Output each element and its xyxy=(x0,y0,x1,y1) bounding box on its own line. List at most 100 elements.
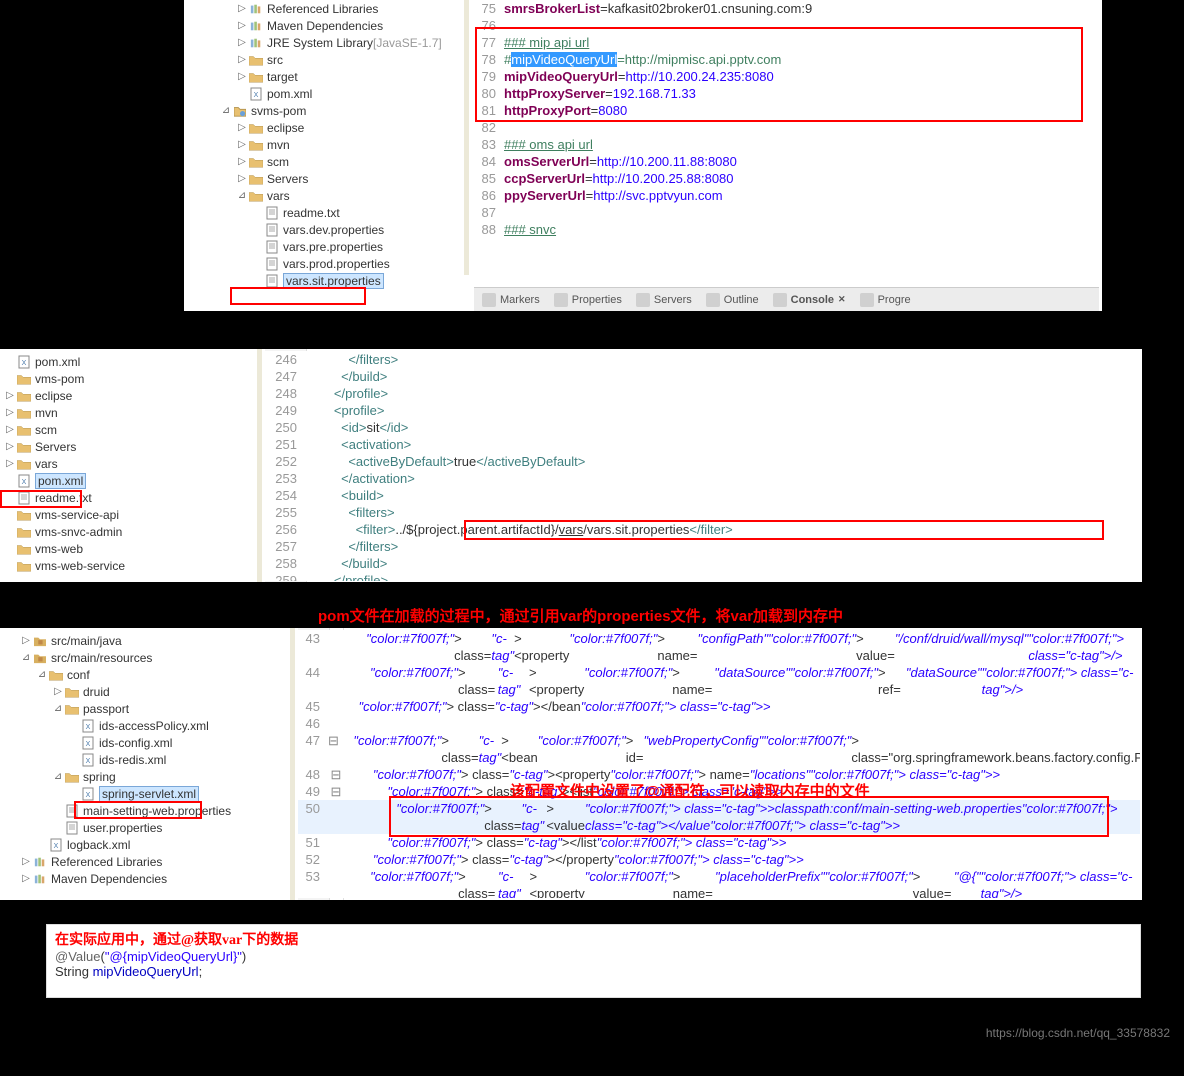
code-line[interactable]: 79mipVideoQueryUrl=http://10.200.24.235:… xyxy=(474,68,1099,85)
tree-item[interactable]: vars.dev.properties xyxy=(184,221,464,238)
tree-item[interactable]: ▷Maven Dependencies xyxy=(184,17,464,34)
tree-item[interactable]: main-setting-web.properties xyxy=(0,802,290,819)
expander-icon[interactable]: ▷ xyxy=(52,686,64,697)
code-line[interactable]: 50 "color:#7f007f;"> class="c-tag"><valu… xyxy=(298,800,1140,834)
code-line[interactable]: 249 <profile> xyxy=(265,402,1140,419)
editor-2[interactable]: 246 </filters>247 </build>248 </profile>… xyxy=(265,351,1140,581)
code-line[interactable]: 80httpProxyServer=192.168.71.33 xyxy=(474,85,1099,102)
code-line[interactable]: 51 "color:#7f007f;"> class="c-tag"></lis… xyxy=(298,834,1140,851)
code-line[interactable]: 43 "color:#7f007f;"> class="c-tag"><prop… xyxy=(298,630,1140,664)
tree-item[interactable]: ⊿vars xyxy=(184,187,464,204)
tree-item[interactable]: Xids-config.xml xyxy=(0,734,290,751)
code-line[interactable]: 76 xyxy=(474,17,1099,34)
tree-item[interactable]: ▷Servers xyxy=(0,438,260,455)
code-line[interactable]: 47⊟ "color:#7f007f;"> class="c-tag"><bea… xyxy=(298,732,1140,766)
tree-item[interactable]: Xspring-servlet.xml xyxy=(0,785,290,802)
tab-markers[interactable]: Markers xyxy=(482,293,540,307)
code-line[interactable]: 255 <filters> xyxy=(265,504,1140,521)
tree-item[interactable]: ⊿svms-pom xyxy=(184,102,464,119)
tree-item[interactable]: Xpom.xml xyxy=(184,85,464,102)
tree-item[interactable]: ⊿src/main/resources xyxy=(0,649,290,666)
expander-icon[interactable]: ▷ xyxy=(236,139,248,150)
tree-item[interactable]: ▷src/main/java xyxy=(0,632,290,649)
code-line[interactable]: 251 <activation> xyxy=(265,436,1140,453)
code-line[interactable]: 258 </build> xyxy=(265,555,1140,572)
expander-icon[interactable]: ▷ xyxy=(236,173,248,184)
expander-icon[interactable]: ▷ xyxy=(236,122,248,133)
code-line[interactable]: 248 </profile> xyxy=(265,385,1140,402)
tree-item[interactable]: Xids-redis.xml xyxy=(0,751,290,768)
expander-icon[interactable]: ⊿ xyxy=(236,190,248,201)
expander-icon[interactable]: ▷ xyxy=(4,458,16,469)
expander-icon[interactable]: ▷ xyxy=(20,856,32,867)
expander-icon[interactable]: ⊿ xyxy=(220,105,232,116)
tree-item[interactable]: ⊿conf xyxy=(0,666,290,683)
project-explorer-1[interactable]: ▷Referenced Libraries▷Maven Dependencies… xyxy=(184,0,464,311)
code-line[interactable]: 252 <activeByDefault>true</activeByDefau… xyxy=(265,453,1140,470)
tree-item[interactable]: readme.txt xyxy=(0,489,260,506)
expander-icon[interactable]: ▷ xyxy=(4,441,16,452)
expander-icon[interactable]: ⊿ xyxy=(20,652,32,663)
tree-item[interactable]: ▷src xyxy=(184,51,464,68)
code-line[interactable]: 250 <id>sit</id> xyxy=(265,419,1140,436)
splitter-1[interactable] xyxy=(464,0,469,275)
code-line[interactable]: 78#mipVideoQueryUrl=http://mipmisc.api.p… xyxy=(474,51,1099,68)
tab-progre[interactable]: Progre xyxy=(860,293,911,307)
editor-1[interactable]: 75smrsBrokerList=kafkasit02broker01.cnsu… xyxy=(474,0,1099,250)
tree-item[interactable]: ▷scm xyxy=(0,421,260,438)
project-explorer-2[interactable]: Xpom.xmlvms-pom▷eclipse▷mvn▷scm▷Servers▷… xyxy=(0,349,260,582)
expander-icon[interactable]: ▷ xyxy=(20,635,32,646)
splitter-2[interactable] xyxy=(257,349,262,582)
tab-servers[interactable]: Servers xyxy=(636,293,692,307)
tree-item[interactable]: ▷target xyxy=(184,68,464,85)
code-line[interactable]: 254 <build> xyxy=(265,487,1140,504)
tree-item[interactable]: vars.sit.properties xyxy=(184,272,464,289)
tree-item[interactable]: Xids-accessPolicy.xml xyxy=(0,717,290,734)
expander-icon[interactable]: ⊿ xyxy=(52,703,64,714)
code-line[interactable]: 257 </filters> xyxy=(265,538,1140,555)
tree-item[interactable]: vms-web-service xyxy=(0,557,260,574)
tab-console[interactable]: Console ✕ xyxy=(773,293,846,307)
code-line[interactable]: 83### oms api url xyxy=(474,136,1099,153)
expander-icon[interactable]: ▷ xyxy=(4,407,16,418)
tree-item[interactable]: vms-service-api xyxy=(0,506,260,523)
project-explorer-3[interactable]: ▷src/main/java⊿src/main/resources⊿conf▷d… xyxy=(0,628,290,900)
code-line[interactable]: 88### snvc xyxy=(474,221,1099,238)
code-line[interactable]: 259 </profile> xyxy=(265,572,1140,581)
tree-item[interactable]: vms-web xyxy=(0,540,260,557)
code-line[interactable]: 85ccpServerUrl=http://10.200.25.88:8080 xyxy=(474,170,1099,187)
tree-item[interactable]: vars.prod.properties xyxy=(184,255,464,272)
tree-item[interactable]: Xpom.xml xyxy=(0,353,260,370)
expander-icon[interactable]: ⊿ xyxy=(52,771,64,782)
tree-item[interactable]: ⊿spring xyxy=(0,768,290,785)
code-line[interactable]: 81httpProxyPort=8080 xyxy=(474,102,1099,119)
tree-item[interactable]: ▷Maven Dependencies xyxy=(0,870,290,887)
expander-icon[interactable]: ▷ xyxy=(236,37,248,48)
tab-outline[interactable]: Outline xyxy=(706,293,759,307)
tree-item[interactable]: ▷druid xyxy=(0,683,290,700)
tree-item[interactable]: ▷Servers xyxy=(184,170,464,187)
tree-item[interactable]: ▷scm xyxy=(184,153,464,170)
tree-item[interactable]: vms-pom xyxy=(0,370,260,387)
code-line[interactable]: 87 xyxy=(474,204,1099,221)
expander-icon[interactable]: ▷ xyxy=(236,156,248,167)
code-line[interactable]: 44 "color:#7f007f;"> class="c-tag"><prop… xyxy=(298,664,1140,698)
code-line[interactable]: 82 xyxy=(474,119,1099,136)
tree-item[interactable]: ▷vars xyxy=(0,455,260,472)
code-line[interactable]: 77### mip api url xyxy=(474,34,1099,51)
tree-item[interactable]: ▷Referenced Libraries xyxy=(0,853,290,870)
tab-properties[interactable]: Properties xyxy=(554,293,622,307)
splitter-3[interactable] xyxy=(290,628,295,900)
expander-icon[interactable]: ▷ xyxy=(236,20,248,31)
code-line[interactable]: 246 </filters> xyxy=(265,351,1140,368)
code-line[interactable]: 253 </activation> xyxy=(265,470,1140,487)
expander-icon[interactable]: ▷ xyxy=(4,424,16,435)
code-line[interactable]: 75smrsBrokerList=kafkasit02broker01.cnsu… xyxy=(474,0,1099,17)
tree-item[interactable]: ▷mvn xyxy=(0,404,260,421)
code-line[interactable]: 86ppyServerUrl=http://svc.pptvyun.com xyxy=(474,187,1099,204)
code-line[interactable]: 247 </build> xyxy=(265,368,1140,385)
tree-item[interactable]: Xpom.xml xyxy=(0,472,260,489)
code-line[interactable]: 84omsServerUrl=http://10.200.11.88:8080 xyxy=(474,153,1099,170)
tree-item[interactable]: vars.pre.properties xyxy=(184,238,464,255)
expander-icon[interactable]: ▷ xyxy=(236,3,248,14)
